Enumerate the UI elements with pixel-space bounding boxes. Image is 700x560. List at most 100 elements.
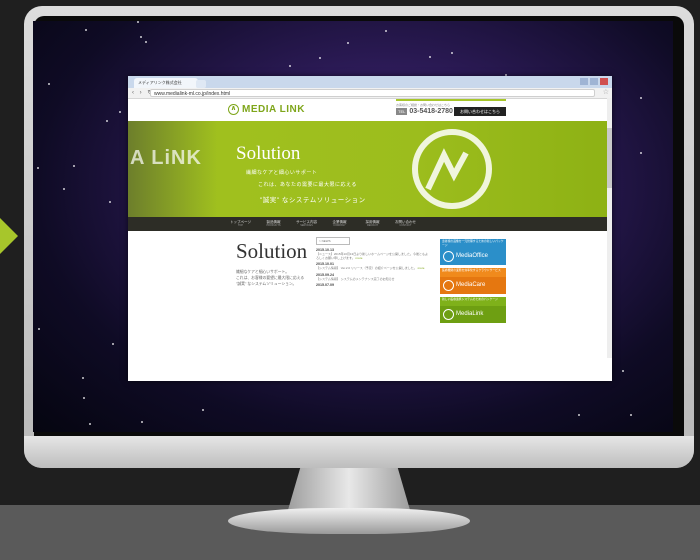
hero-banner: A LiNK Solution 繊細なケアと細心いサポート これは、あなたの需要… xyxy=(128,121,612,217)
list-item: 2015.10.01 【システム情報】 Ver.2.0 リリース（予定）の紹介ペ… xyxy=(316,262,428,270)
list-item: 2015.09.24 【システム情報】 システムのメンテナンス完了のお知らせ xyxy=(316,273,428,281)
star-dot xyxy=(89,423,91,425)
star-dot xyxy=(319,57,321,59)
list-item: 2015.07.09 xyxy=(316,283,428,287)
contact-button[interactable]: お問い合わせはこちら xyxy=(454,107,506,116)
star-dot xyxy=(37,167,39,169)
minimize-button[interactable] xyxy=(580,78,588,85)
news-body: 【ニュース】2015年10月13日より新しいホームページを公開しました。今後とも… xyxy=(316,252,428,261)
news-date: 2015.07.09 xyxy=(316,282,334,287)
banner-logo-icon xyxy=(443,251,454,262)
star-dot xyxy=(137,21,139,23)
maximize-button[interactable] xyxy=(590,78,598,85)
url-input[interactable]: www.medialink-ml.co.jp/index.html xyxy=(150,89,595,97)
banner-caption: 患者様の画像を一元管理するための新しいパッケージ xyxy=(440,239,506,248)
star-dot xyxy=(112,343,114,345)
star-dot xyxy=(289,65,291,67)
star-dot xyxy=(109,201,111,203)
star-dot xyxy=(640,97,642,99)
star-dot xyxy=(145,41,147,43)
star-dot xyxy=(85,29,87,31)
star-dot xyxy=(451,52,453,54)
news-body: 【システム情報】 システムのメンテナンス完了のお知らせ xyxy=(316,276,395,281)
tel-badge: TEL xyxy=(396,108,408,115)
news-heading: > NEWS xyxy=(316,237,350,245)
hero-photo-text: A LiNK xyxy=(130,147,202,169)
star-dot xyxy=(630,414,632,416)
section-text-line: "誠実" なシステムソリューション。 xyxy=(236,282,297,286)
tel-block: TEL 03-5418-2780 xyxy=(396,108,453,115)
banner-logo: MediaOffice xyxy=(440,248,506,265)
banner-logo: MediaCare xyxy=(440,277,506,294)
star-dot xyxy=(140,36,142,38)
address-bar: ‹ › ↻ www.medialink-ml.co.jp/index.html … xyxy=(128,88,612,99)
nav-item-company[interactable]: 企業情報 COMPANY xyxy=(323,217,356,231)
hero-line-2: これは、あなたの需要に最大限に応える xyxy=(258,182,357,188)
star-dot xyxy=(38,328,40,330)
banner-logo-icon xyxy=(443,280,454,291)
star-dot xyxy=(82,377,84,379)
nav-item-services[interactable]: サービス内容 SERVICES xyxy=(290,217,323,231)
banner-mediacare[interactable]: 医療機関の業務を効率化するクラウドサービス MediaCare xyxy=(440,268,506,294)
scrollbar[interactable] xyxy=(607,98,612,358)
tab-bar: メディアリンク株式会社 xyxy=(128,76,612,88)
logo-mark-icon: ∧ xyxy=(228,104,239,115)
scrollbar-thumb[interactable] xyxy=(607,128,612,188)
monitor-chin xyxy=(24,436,694,468)
logo-text: MEDIA LINK xyxy=(242,104,305,115)
tel-number: 03-5418-2780 xyxy=(409,108,453,115)
star-dot xyxy=(83,397,85,399)
star-dot xyxy=(63,188,65,190)
site-header: ∧ MEDIA LINK お客様のご相談・お問い合わせはこちら TEL 03-5… xyxy=(128,99,612,121)
nav-item-products[interactable]: 製品情報 PRODUCTS xyxy=(257,217,290,231)
star-dot xyxy=(385,30,387,32)
section-text: 繊細なケアと細心いサポート。 これは、お客様の要望に最大限に応える "誠実" な… xyxy=(236,269,324,287)
window-controls xyxy=(580,78,608,85)
star-dot xyxy=(202,409,204,411)
main-nav: トップページ TOP 製品情報 PRODUCTS サービス内容 SERVICES 企業… xyxy=(128,217,612,231)
star-dot xyxy=(429,56,431,58)
star-dot xyxy=(622,370,624,372)
banner-logo-icon xyxy=(443,309,454,320)
banner-mediaoffice[interactable]: 患者様の画像を一元管理するための新しいパッケージ MediaOffice xyxy=(440,239,506,265)
hero-line-3: "誠実" なシステムソリューション xyxy=(260,197,366,204)
new-tab-button[interactable] xyxy=(196,80,206,88)
hero-emblem-icon xyxy=(412,129,492,209)
browser-tab[interactable]: メディアリンク株式会社 xyxy=(134,78,198,88)
nav-item-top[interactable]: トップページ TOP xyxy=(224,217,257,231)
section-title: Solution xyxy=(236,239,308,263)
monitor-stand-neck xyxy=(288,468,410,510)
news-more-link[interactable]: more xyxy=(418,266,425,270)
banner-caption: 医療機関の業務を効率化するクラウドサービス xyxy=(440,268,506,277)
star-dot xyxy=(106,120,108,122)
bookmark-star-icon[interactable]: ☆ xyxy=(603,88,609,96)
arrow-icon xyxy=(0,218,18,254)
banner-column: 患者様の画像を一元管理するための新しいパッケージ MediaOffice 医療機… xyxy=(440,239,506,326)
news-body: 【システム情報】 Ver.2.0 リリース（予定）の紹介ページを公開しました。 … xyxy=(316,266,425,271)
banner-logo: MediaLink xyxy=(440,306,506,323)
star-dot xyxy=(640,152,642,154)
hero-title: Solution xyxy=(236,143,301,164)
nav-item-contact[interactable]: お問い合わせ CONTACT xyxy=(389,217,422,231)
monitor-stand-base xyxy=(228,508,470,534)
star-dot xyxy=(141,421,143,423)
browser-window: メディアリンク株式会社 ‹ › ↻ www.medialink-ml.co.jp… xyxy=(128,76,612,381)
hero-line-1: 繊細なケアと細心いサポート xyxy=(246,170,318,176)
list-item: 2015.10.13 【ニュース】2015年10月13日より新しいホームページを… xyxy=(316,248,428,260)
hero-photo: A LiNK xyxy=(128,121,218,217)
close-button[interactable] xyxy=(600,78,608,85)
star-dot xyxy=(73,165,75,167)
nav-item-recruit[interactable]: 採用情報 RECRUIT xyxy=(356,217,389,231)
star-dot xyxy=(119,111,121,113)
news-more-link[interactable]: more xyxy=(356,256,363,260)
star-dot xyxy=(347,42,349,44)
banner-medialink[interactable]: 新しい医療連携システムのためのパッケージ MediaLink xyxy=(440,297,506,323)
site-logo[interactable]: ∧ MEDIA LINK xyxy=(228,104,305,115)
header-accent-line xyxy=(396,99,506,101)
news-list: > NEWS 2015.10.13 【ニュース】2015年10月13日より新しい… xyxy=(316,237,428,289)
star-dot xyxy=(578,414,580,416)
banner-caption: 新しい医療連携システムのためのパッケージ xyxy=(440,297,506,306)
contact-note: お客様のご相談・お問い合わせはこちら xyxy=(396,103,451,107)
page-content: Solution 繊細なケアと細心いサポート。 これは、お客様の要望に最大限に応… xyxy=(128,231,612,361)
star-dot xyxy=(48,83,50,85)
